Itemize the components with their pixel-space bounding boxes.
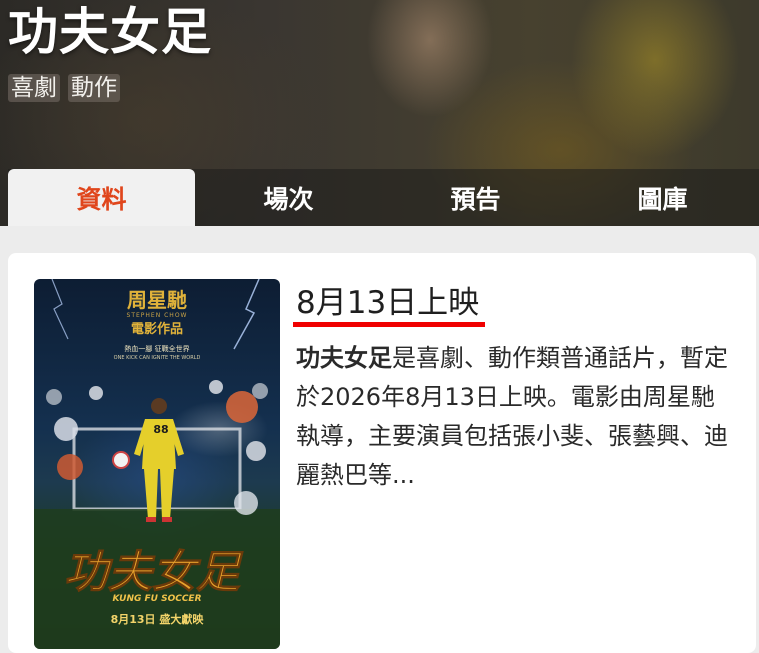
tab-info[interactable]: 資料 (8, 169, 195, 226)
poster-jersey-number: 88 (153, 423, 168, 436)
tab-gallery[interactable]: 圖庫 (569, 169, 756, 226)
genre-tag[interactable]: 動作 (68, 74, 120, 102)
poster-artwork: 周星馳 STEPHEN CHOW 電影作品 熱血一腳 征戰全世界 ONE KIC… (34, 279, 280, 649)
poster-tagline: 熱血一腳 征戰全世界 (124, 344, 189, 353)
genre-tags: 喜劇 動作 (8, 74, 120, 102)
tab-showtimes[interactable]: 場次 (195, 169, 382, 226)
release-date-heading: 8月13日上映 (296, 285, 480, 321)
tab-trailers[interactable]: 預告 (382, 169, 569, 226)
poster-logo: 功夫女足 (64, 547, 244, 598)
heading-underline (293, 322, 485, 327)
poster-logo-en: KUNG FU SOCCER (112, 594, 201, 604)
poster-tagline-en: ONE KICK CAN IGNITE THE WORLD (114, 355, 201, 361)
movie-poster[interactable]: 周星馳 STEPHEN CHOW 電影作品 熱血一腳 征戰全世界 ONE KIC… (34, 279, 280, 649)
synopsis-movie-name: 功夫女足 (296, 344, 392, 372)
poster-release: 8月13日 盛大獻映 (111, 612, 205, 626)
movie-synopsis: 功夫女足是喜劇、動作類普通話片，暫定於2026年8月13日上映。電影由周星馳執導… (296, 339, 736, 495)
poster-presenter: 周星馳 (127, 288, 187, 312)
poster-presenter-en: STEPHEN CHOW (127, 312, 188, 319)
poster-presenter-sub: 電影作品 (131, 321, 183, 337)
movie-title: 功夫女足 (8, 3, 212, 61)
genre-tag[interactable]: 喜劇 (8, 74, 60, 102)
info-card: 周星馳 STEPHEN CHOW 電影作品 熱血一腳 征戰全世界 ONE KIC… (8, 253, 756, 653)
movie-tabs: 資料 場次 預告 圖庫 (8, 169, 759, 226)
